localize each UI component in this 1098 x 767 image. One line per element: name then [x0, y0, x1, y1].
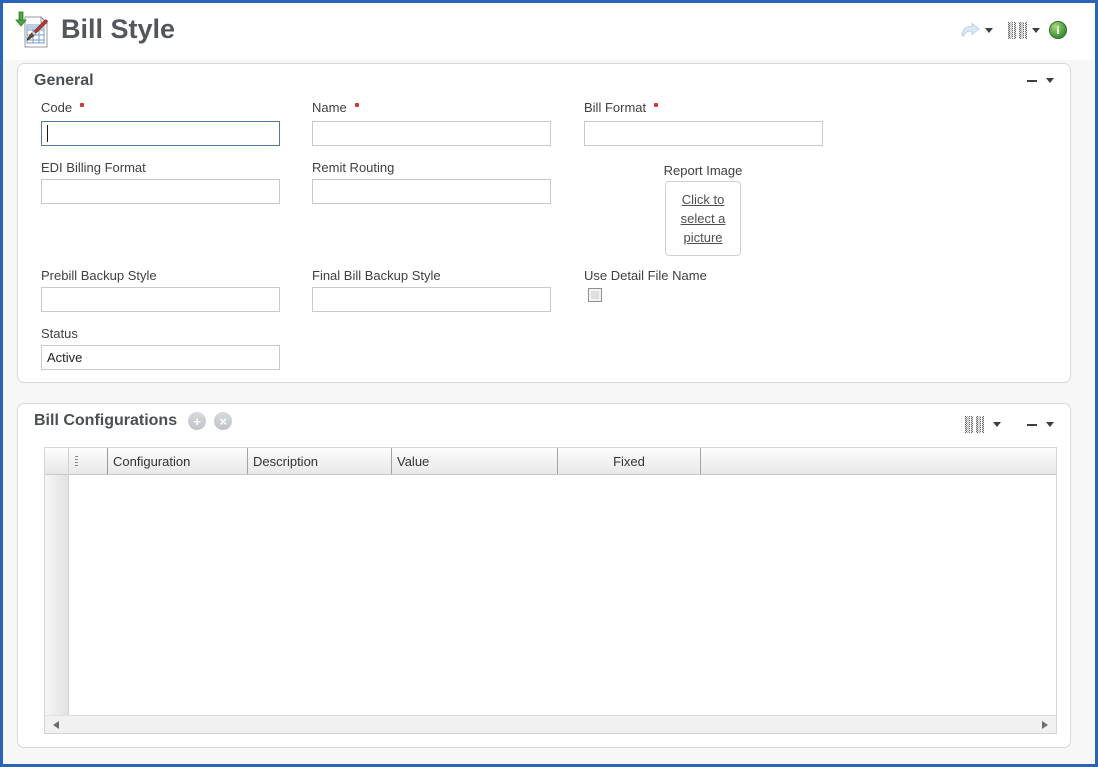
navigate-dropdown-caret[interactable] — [985, 28, 993, 33]
edi-billing-format-field-wrap — [41, 179, 280, 204]
name-label: Name — [312, 100, 359, 115]
bill-configurations-panel-caret[interactable] — [1046, 422, 1054, 427]
grid-field-chooser-caret[interactable] — [993, 422, 1001, 427]
status-field-wrap — [41, 345, 280, 370]
plus-icon: + — [193, 415, 201, 428]
page-title: Bill Style — [61, 14, 175, 45]
column-header-filler — [701, 448, 1056, 474]
edi-billing-format-label: EDI Billing Format — [41, 160, 146, 175]
bill-format-label: Bill Format — [584, 100, 658, 115]
collapse-bill-configurations-button[interactable] — [1027, 424, 1037, 426]
scroll-left-arrow[interactable] — [53, 721, 59, 729]
column-header-description[interactable]: Description — [248, 448, 392, 474]
final-bill-backup-style-label: Final Bill Backup Style — [312, 268, 441, 283]
column-header-fixed[interactable]: Fixed — [558, 448, 701, 474]
horizontal-scrollbar[interactable] — [45, 715, 1056, 733]
column-header-configuration[interactable]: Configuration — [108, 448, 248, 474]
bill-configurations-title: Bill Configurations — [34, 412, 177, 430]
info-glyph: i — [1056, 23, 1059, 38]
field-chooser-dropdown-caret[interactable] — [1032, 28, 1040, 33]
final-bill-backup-style-field-wrap — [312, 287, 551, 312]
required-marker — [355, 103, 359, 107]
navigate-icon[interactable] — [960, 21, 980, 39]
report-image-field: Report Image Click to select a picture — [651, 163, 755, 256]
use-detail-file-name-label: Use Detail File Name — [584, 268, 707, 283]
bill-format-input[interactable] — [584, 121, 823, 146]
prebill-backup-style-input[interactable] — [41, 287, 280, 312]
bill-configurations-grid: Configuration Description Value Fixed — [44, 447, 1057, 734]
required-marker — [654, 103, 658, 107]
grid-body-empty[interactable] — [69, 475, 1056, 717]
bill-configurations-panel: Bill Configurations + × — [17, 403, 1071, 748]
bill-style-icon — [14, 11, 54, 51]
row-indicator-column — [45, 448, 69, 717]
grid-header-row: Configuration Description Value Fixed — [69, 448, 1056, 475]
bill-style-window: Bill Style — [0, 0, 1098, 767]
code-label: Code — [41, 100, 84, 115]
delete-configuration-button[interactable]: × — [214, 412, 232, 430]
remit-routing-input[interactable] — [312, 179, 551, 204]
code-field-wrap — [41, 121, 280, 146]
name-field-wrap — [312, 121, 551, 146]
remit-routing-field-wrap — [312, 179, 551, 204]
column-header-value[interactable]: Value — [392, 448, 558, 474]
field-chooser-icon[interactable] — [1008, 22, 1027, 39]
general-panel-caret[interactable] — [1046, 78, 1054, 83]
code-input[interactable] — [41, 121, 280, 146]
use-detail-file-name-checkbox[interactable] — [588, 288, 602, 302]
info-icon[interactable]: i — [1049, 21, 1067, 39]
general-panel-title: General — [34, 72, 94, 90]
name-input[interactable] — [312, 121, 551, 146]
text-cursor — [47, 125, 48, 142]
grip-icon — [75, 456, 78, 467]
prebill-backup-style-field-wrap — [41, 287, 280, 312]
row-indicator-body — [45, 475, 69, 717]
grid-field-chooser-icon[interactable] — [965, 416, 984, 433]
bill-format-field-wrap — [584, 121, 823, 146]
add-configuration-button[interactable]: + — [188, 412, 206, 430]
titlebar: Bill Style — [3, 3, 1095, 60]
edi-billing-format-input[interactable] — [41, 179, 280, 204]
prebill-backup-style-label: Prebill Backup Style — [41, 268, 157, 283]
close-icon: × — [219, 415, 227, 428]
collapse-general-button[interactable] — [1027, 80, 1037, 82]
scroll-right-arrow[interactable] — [1042, 721, 1048, 729]
row-selector-header[interactable] — [69, 448, 108, 474]
report-image-label: Report Image — [651, 163, 755, 178]
status-label: Status — [41, 326, 78, 341]
select-picture-link[interactable]: Click to select a picture — [666, 190, 740, 247]
status-input[interactable] — [41, 345, 280, 370]
final-bill-backup-style-input[interactable] — [312, 287, 551, 312]
remit-routing-label: Remit Routing — [312, 160, 394, 175]
required-marker — [80, 103, 84, 107]
row-indicator-header — [45, 448, 69, 475]
general-panel: General Code Name Bill Format EDI Billin… — [17, 63, 1071, 383]
report-image-box[interactable]: Click to select a picture — [665, 181, 741, 256]
